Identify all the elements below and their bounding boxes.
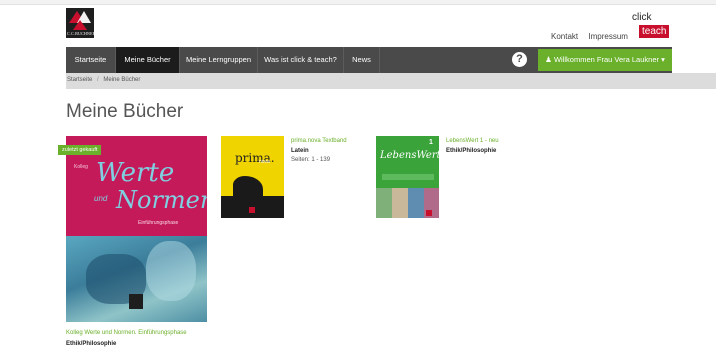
book-cover-prima-nova[interactable]: prima. nova (221, 136, 284, 218)
cover-photo (392, 188, 408, 218)
caret-down-icon: ▾ (661, 55, 665, 64)
book-pages-prima-nova: Seiten: 1 - 139 (291, 157, 331, 163)
nav-startseite[interactable]: Startseite (66, 47, 116, 73)
publisher-logo[interactable]: C.C.BUCHNER (66, 8, 96, 38)
user-icon: ♟ (545, 55, 552, 64)
help-icon[interactable]: ? (512, 52, 527, 67)
book-subject-werte-normen: Ethik/Philosophie (66, 341, 117, 347)
book-title-lebenswert[interactable]: LebensWert 1 - neu (446, 138, 499, 144)
click-teach-logo[interactable]: click teach (628, 10, 672, 40)
breadcrumb-bar (66, 73, 716, 89)
cover-text-normen: Normen (116, 186, 207, 214)
cover-publisher-logo (129, 294, 143, 309)
breadcrumb-current: Meine Bücher (103, 77, 141, 83)
book-cover-lebenswert[interactable]: 1 LebensWert (376, 136, 439, 218)
top-links: Kontakt Impressum (551, 32, 636, 41)
welcome-label: Willkommen Frau Vera Laukner (553, 55, 659, 64)
click-teach-logo-line2: teach (639, 25, 670, 38)
page-title: Meine Bücher (66, 101, 184, 122)
book-title-prima-nova[interactable]: prima.nova Textband (291, 138, 347, 144)
book-cover-werte-normen[interactable]: Kolleg Werte und Normen Einführungsphase (66, 136, 207, 322)
cover-text-und: und (94, 194, 108, 203)
nav-news[interactable]: News (344, 47, 380, 73)
cover-volume-number: 1 (429, 139, 433, 146)
nav-meine-lerngruppen[interactable]: Meine Lerngruppen (180, 47, 258, 73)
cover-text-nova: nova (259, 159, 270, 165)
publisher-logo-text: C.C.BUCHNER (67, 31, 96, 36)
cover-photo (376, 188, 392, 218)
book-subject-lebenswert: Ethik/Philosophie (446, 148, 497, 154)
cover-artwork-shape (146, 241, 196, 301)
cover-text-werte: Werte (96, 158, 175, 188)
user-menu-button[interactable]: ♟ Willkommen Frau Vera Laukner ▾ (538, 49, 672, 71)
cover-band (382, 174, 434, 180)
cover-wolf-silhouette (233, 176, 263, 198)
nav-meine-buecher[interactable]: Meine Bücher (116, 47, 180, 73)
impressum-link[interactable]: Impressum (588, 32, 628, 41)
logo-triangle-bottom (73, 20, 87, 30)
nav-was-ist-click-teach[interactable]: Was ist click & teach? (258, 47, 344, 73)
cover-photo (408, 188, 424, 218)
click-teach-logo-line1: click (632, 12, 652, 23)
cover-text-einfuehrungsphase: Einführungsphase (138, 220, 179, 226)
cover-text-kolleg: Kolleg (74, 164, 88, 170)
breadcrumb-separator: / (97, 77, 99, 83)
kontakt-link[interactable]: Kontakt (551, 32, 578, 41)
cover-publisher-logo (249, 207, 255, 213)
breadcrumb: Startseite / Meine Bücher (67, 77, 140, 83)
cover-publisher-logo (426, 210, 432, 216)
breadcrumb-home[interactable]: Startseite (67, 77, 92, 83)
book-title-werte-normen[interactable]: Kolleg Werte und Normen. Einführungsphas… (66, 330, 187, 336)
book-subject-prima-nova: Latein (291, 148, 309, 154)
cover-text-lebenswert: LebensWert (380, 150, 439, 161)
recently-bought-badge: zuletzt gekauft (58, 145, 102, 155)
